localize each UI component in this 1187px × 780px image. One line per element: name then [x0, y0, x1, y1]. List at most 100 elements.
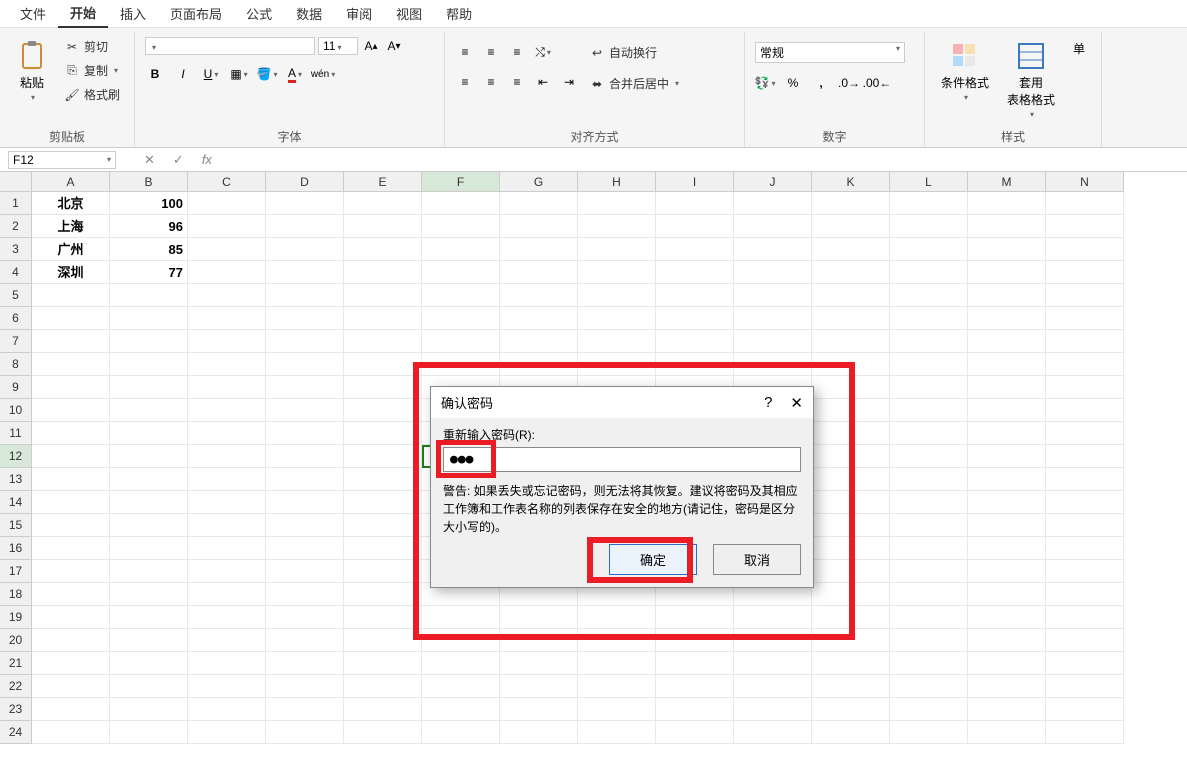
cell[interactable] — [890, 583, 968, 606]
cell[interactable] — [32, 399, 110, 422]
cell[interactable] — [1046, 445, 1124, 468]
cell[interactable] — [578, 261, 656, 284]
column-header[interactable]: I — [656, 172, 734, 192]
cell[interactable] — [656, 353, 734, 376]
cell[interactable] — [890, 353, 968, 376]
cell[interactable] — [1046, 560, 1124, 583]
cell[interactable] — [812, 353, 890, 376]
cell[interactable] — [110, 675, 188, 698]
cell[interactable] — [188, 261, 266, 284]
cell[interactable] — [968, 445, 1046, 468]
cell[interactable] — [188, 284, 266, 307]
cell[interactable] — [32, 721, 110, 744]
cell[interactable] — [734, 675, 812, 698]
cell[interactable] — [890, 698, 968, 721]
cell[interactable] — [266, 399, 344, 422]
cell[interactable] — [734, 284, 812, 307]
row-header[interactable]: 2 — [0, 215, 32, 238]
column-header[interactable]: M — [968, 172, 1046, 192]
cell[interactable] — [32, 422, 110, 445]
cell[interactable] — [968, 468, 1046, 491]
cell[interactable] — [32, 284, 110, 307]
cell[interactable] — [890, 330, 968, 353]
cell[interactable] — [1046, 307, 1124, 330]
cell[interactable] — [968, 422, 1046, 445]
password-input[interactable] — [443, 447, 801, 472]
cell[interactable] — [344, 353, 422, 376]
row-header[interactable]: 3 — [0, 238, 32, 261]
cell[interactable] — [656, 721, 734, 744]
cell[interactable] — [812, 284, 890, 307]
cell[interactable] — [32, 491, 110, 514]
align-right-icon[interactable]: ≡ — [507, 72, 527, 92]
cell[interactable] — [500, 215, 578, 238]
cell[interactable] — [32, 629, 110, 652]
menu-item-4[interactable]: 公式 — [234, 0, 284, 27]
cell[interactable] — [344, 376, 422, 399]
cell[interactable] — [812, 307, 890, 330]
cell[interactable] — [578, 307, 656, 330]
cell[interactable] — [266, 192, 344, 215]
cell[interactable] — [188, 514, 266, 537]
menu-item-6[interactable]: 审阅 — [334, 0, 384, 27]
cell[interactable] — [32, 583, 110, 606]
row-header[interactable]: 18 — [0, 583, 32, 606]
cell[interactable] — [266, 629, 344, 652]
cell[interactable] — [890, 560, 968, 583]
cell[interactable] — [812, 698, 890, 721]
cell[interactable] — [266, 445, 344, 468]
column-header[interactable]: G — [500, 172, 578, 192]
cell[interactable] — [1046, 629, 1124, 652]
cell[interactable] — [812, 721, 890, 744]
cell[interactable] — [968, 652, 1046, 675]
cell[interactable] — [812, 560, 890, 583]
column-header[interactable]: N — [1046, 172, 1124, 192]
cell[interactable] — [500, 353, 578, 376]
cell[interactable] — [266, 307, 344, 330]
cell[interactable] — [968, 307, 1046, 330]
table-format-button[interactable]: 套用 表格格式 ▾ — [1001, 36, 1061, 123]
cell[interactable] — [344, 261, 422, 284]
cell[interactable] — [656, 284, 734, 307]
cell[interactable] — [422, 307, 500, 330]
align-bottom-icon[interactable]: ≡ — [507, 42, 527, 62]
menu-item-2[interactable]: 插入 — [108, 0, 158, 27]
cell[interactable] — [734, 721, 812, 744]
conditional-format-button[interactable]: 条件格式 ▾ — [935, 36, 995, 106]
cell[interactable] — [422, 330, 500, 353]
cell[interactable] — [578, 606, 656, 629]
cell[interactable]: 77 — [110, 261, 188, 284]
menu-item-5[interactable]: 数据 — [284, 0, 334, 27]
cell[interactable] — [1046, 215, 1124, 238]
cell[interactable] — [422, 698, 500, 721]
cell[interactable] — [188, 376, 266, 399]
cell[interactable] — [32, 652, 110, 675]
cell[interactable] — [110, 376, 188, 399]
cell[interactable] — [812, 537, 890, 560]
cell[interactable] — [344, 215, 422, 238]
cell[interactable] — [500, 284, 578, 307]
cell[interactable] — [1046, 514, 1124, 537]
cell[interactable] — [266, 514, 344, 537]
cell[interactable] — [188, 422, 266, 445]
cell[interactable] — [578, 698, 656, 721]
column-header[interactable]: E — [344, 172, 422, 192]
cell[interactable] — [32, 445, 110, 468]
cell[interactable] — [422, 675, 500, 698]
cell[interactable] — [500, 307, 578, 330]
cell[interactable] — [890, 537, 968, 560]
row-header[interactable]: 5 — [0, 284, 32, 307]
cell[interactable] — [890, 307, 968, 330]
cell[interactable] — [188, 537, 266, 560]
cell[interactable] — [812, 468, 890, 491]
cell[interactable] — [656, 261, 734, 284]
cell[interactable] — [812, 652, 890, 675]
column-header[interactable]: B — [110, 172, 188, 192]
cell[interactable] — [32, 560, 110, 583]
cell[interactable] — [500, 606, 578, 629]
row-header[interactable]: 22 — [0, 675, 32, 698]
column-header[interactable]: C — [188, 172, 266, 192]
select-all-corner[interactable] — [0, 172, 32, 192]
format-painter-button[interactable]: 🖌 格式刷 — [60, 84, 124, 105]
cell[interactable] — [110, 468, 188, 491]
